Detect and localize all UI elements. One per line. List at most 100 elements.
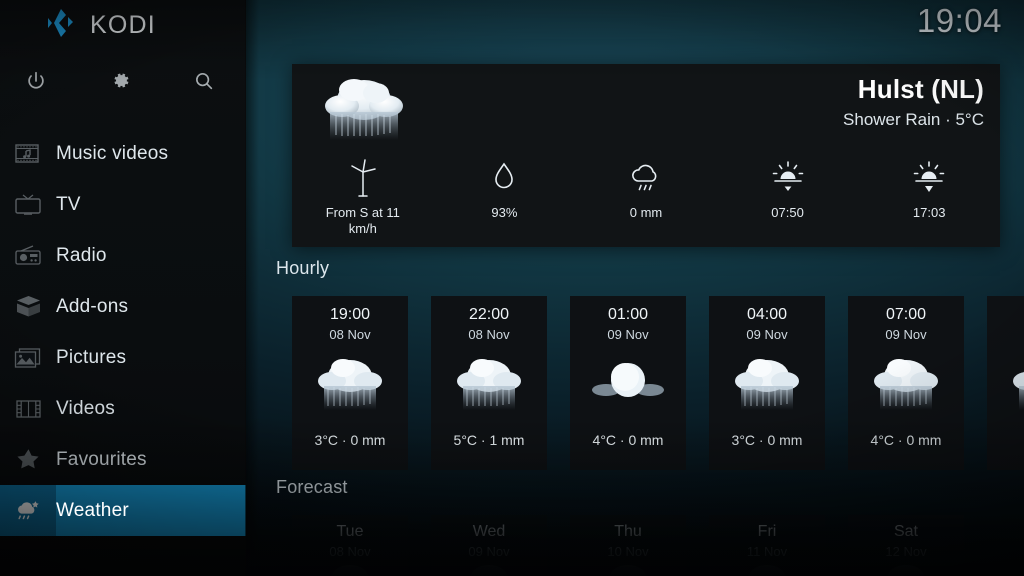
wind-turbine-icon	[346, 156, 380, 198]
shower-rain-icon	[848, 348, 964, 418]
shower-rain-icon	[709, 563, 825, 576]
power-button[interactable]	[15, 62, 57, 104]
sidebar-item-label: Favourites	[56, 448, 147, 470]
sidebar: KODI Music videos TV Radio Add-ons Pictu…	[0, 0, 259, 576]
hourly-card[interactable]: 01:00 09 Nov 4°C · 0 mm	[570, 296, 686, 470]
brand: KODI	[44, 8, 156, 43]
hourly-time: 01:00	[607, 306, 649, 323]
hourly-card[interactable]: 22:00 08 Nov 5°C · 1 mm	[431, 296, 547, 470]
sidebar-item-pictures[interactable]: Pictures	[0, 332, 246, 383]
shower-rain-icon	[709, 348, 825, 418]
current-conditions-panel: Hulst (NL) Shower Rain · 5°C From S at 1…	[292, 64, 1000, 247]
sidebar-item-label: TV	[56, 193, 81, 215]
sidebar-item-label: Videos	[56, 397, 115, 419]
brand-name: KODI	[90, 11, 156, 39]
sidebar-item-label: Radio	[56, 244, 107, 266]
forecast-date: 12 Nov	[885, 544, 927, 559]
hourly-section-title: Hourly	[276, 258, 330, 278]
addons-box-icon	[0, 281, 56, 332]
hourly-date: 09 Nov	[607, 327, 649, 342]
hourly-time: 22:00	[468, 306, 510, 323]
forecast-day: Wed	[472, 523, 506, 540]
sidebar-item-music-videos[interactable]: Music videos	[0, 128, 246, 179]
current-metrics: From S at 11 km/h 93% 0 mm 07:50 17:03	[292, 156, 1000, 244]
metric-value: 17:03	[912, 205, 946, 220]
sidebar-item-label: Add-ons	[56, 295, 129, 317]
metric-value: From S at 11 km/h	[325, 205, 400, 237]
hourly-temp: 3°C · 0 mm	[314, 432, 386, 448]
hourly-card[interactable]: 04:00 09 Nov 3°C · 0 mm	[709, 296, 825, 470]
gear-icon	[109, 69, 132, 97]
forecast-card[interactable]: Sat 12 Nov	[848, 515, 964, 576]
daily-forecast-list[interactable]: Tue 08 Nov Wed 09 Nov Thu 10 Nov Fri 11 …	[292, 515, 1024, 576]
sunrise-icon	[769, 156, 807, 198]
shower-rain-icon	[431, 563, 547, 576]
sidebar-item-label: Pictures	[56, 346, 127, 368]
hourly-card[interactable]: 07:00 09 Nov 4°C · 0 mm	[848, 296, 964, 470]
forecast-day: Sat	[893, 523, 918, 540]
forecast-card[interactable]: Tue 08 Nov	[292, 515, 408, 576]
shower-rain-icon	[848, 563, 964, 576]
sidebar-item-add-ons[interactable]: Add-ons	[0, 281, 246, 332]
pictures-icon	[0, 332, 56, 383]
sidebar-item-favourites[interactable]: Favourites	[0, 434, 246, 485]
sidebar-item-radio[interactable]: Radio	[0, 230, 246, 281]
current-location: Hulst (NL)	[857, 74, 984, 104]
search-icon	[193, 70, 215, 97]
metric-value: 0 mm	[629, 205, 663, 220]
hourly-forecast-list[interactable]: 19:00 08 Nov 3°C · 0 mm 22:00 08 Nov 5°C…	[292, 296, 1024, 470]
forecast-card[interactable]: Wed 09 Nov	[431, 515, 547, 576]
forecast-card[interactable]: Fri 11 Nov	[709, 515, 825, 576]
hourly-temp: 4°C · 0 mm	[870, 432, 942, 448]
hourly-time: 19:00	[329, 306, 371, 323]
metric-sunset: 17:03	[858, 156, 1000, 244]
shower-rain-icon	[570, 563, 686, 576]
hourly-time: 04:00	[746, 306, 788, 323]
metric-value: 93%	[491, 205, 518, 220]
hourly-temp: 5°C · 1 mm	[453, 432, 525, 448]
hourly-date: 09 Nov	[885, 327, 927, 342]
forecast-date: 10 Nov	[607, 544, 649, 559]
hourly-temp: 4°C · 0 mm	[592, 432, 664, 448]
forecast-section-title: Forecast	[276, 477, 348, 497]
forecast-card[interactable]: Thu 10 Nov	[570, 515, 686, 576]
forecast-day: Fri	[757, 523, 777, 540]
sidebar-item-videos[interactable]: Videos	[0, 383, 246, 434]
hourly-temp: 5°	[987, 432, 1024, 448]
quick-actions	[0, 62, 246, 104]
sidebar-item-weather[interactable]: Weather	[0, 485, 246, 536]
search-button[interactable]	[183, 62, 225, 104]
hourly-date: 08 Nov	[329, 327, 371, 342]
tv-icon	[0, 179, 56, 230]
shower-rain-icon	[987, 348, 1024, 418]
shower-rain-icon	[431, 348, 547, 418]
moon-cloud-icon	[570, 348, 686, 418]
precipitation-cloud-icon	[627, 156, 665, 198]
sidebar-item-tv[interactable]: TV	[0, 179, 246, 230]
sidebar-item-label: Weather	[56, 499, 129, 521]
current-condition-temp: Shower Rain · 5°C	[843, 110, 984, 129]
forecast-day: Thu	[614, 523, 642, 540]
hourly-card[interactable]: 5°	[987, 296, 1024, 470]
settings-button[interactable]	[99, 62, 141, 104]
forecast-date: 11 Nov	[746, 544, 788, 559]
forecast-date: 09 Nov	[468, 544, 510, 559]
hourly-date: 08 Nov	[468, 327, 510, 342]
music-video-icon	[0, 128, 56, 179]
forecast-day: Tue	[336, 523, 364, 540]
forecast-date: 08 Nov	[329, 544, 371, 559]
radio-icon	[0, 230, 56, 281]
weather-cloud-sun-icon	[0, 485, 56, 536]
power-icon	[25, 70, 47, 97]
metric-humidity: 93%	[434, 156, 576, 244]
sidebar-item-label: Music videos	[56, 142, 169, 164]
shower-rain-icon	[310, 70, 418, 142]
shower-rain-icon	[292, 348, 408, 418]
humidity-drop-icon	[489, 156, 519, 198]
shower-rain-icon	[292, 563, 408, 576]
hourly-card[interactable]: 19:00 08 Nov 3°C · 0 mm	[292, 296, 408, 470]
hourly-date: 09 Nov	[746, 327, 788, 342]
metric-value: 07:50	[771, 205, 804, 220]
star-icon	[0, 434, 56, 485]
metric-wind: From S at 11 km/h	[292, 156, 434, 244]
